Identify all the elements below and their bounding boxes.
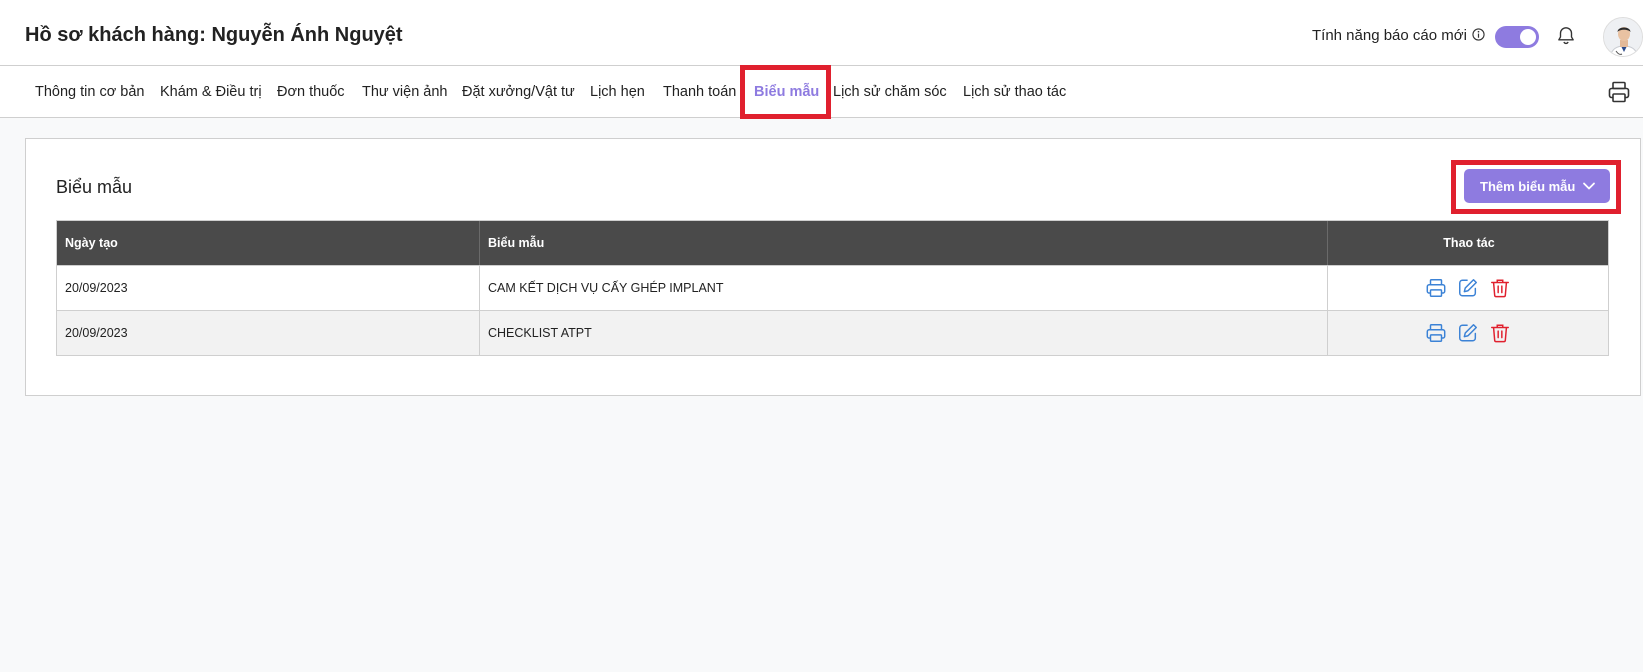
tab-care-history[interactable]: Lịch sử chăm sóc	[833, 66, 947, 118]
tab-lab-orders[interactable]: Đặt xưởng/Vật tư	[462, 66, 575, 118]
actions-cell	[1328, 311, 1610, 355]
tab-action-history[interactable]: Lịch sử thao tác	[963, 66, 1066, 118]
top-bar: Hồ sơ khách hàng: Nguyễn Ánh Nguyệt Tính…	[0, 0, 1643, 66]
created-date-cell: 20/09/2023	[57, 311, 480, 355]
column-header-actions: Thao tác	[1443, 236, 1495, 250]
table-row: 20/09/2023 CHECKLIST ATPT	[57, 310, 1608, 355]
table-row: 20/09/2023 CAM KẾT DỊCH VỤ CẤY GHÉP IMPL…	[57, 265, 1608, 310]
tab-forms[interactable]: Biểu mẫu	[754, 66, 819, 118]
new-report-feature-label: Tính năng báo cáo mới	[1312, 27, 1467, 44]
page-title: Hồ sơ khách hàng: Nguyễn Ánh Nguyệt	[25, 24, 403, 46]
tab-payments[interactable]: Thanh toán	[663, 66, 736, 118]
forms-table: Ngày tạo Biểu mẫu Thao tác 20/09/2023 CA…	[56, 220, 1609, 356]
forms-card: Biểu mẫu Thêm biểu mẫu Ngày tạo Biểu mẫu…	[25, 138, 1641, 396]
tab-basic-info[interactable]: Thông tin cơ bản	[35, 66, 144, 118]
section-title: Biểu mẫu	[56, 177, 133, 197]
trash-icon[interactable]	[1489, 322, 1511, 344]
add-form-button-label: Thêm biểu mẫu	[1480, 179, 1576, 194]
tab-bar: Thông tin cơ bản Khám & Điều trị Đơn thu…	[0, 66, 1643, 118]
form-name-cell: CHECKLIST ATPT	[480, 311, 1328, 355]
tab-prescriptions[interactable]: Đơn thuốc	[277, 66, 345, 118]
column-header-form: Biểu mẫu	[480, 221, 1328, 265]
info-icon[interactable]	[1472, 28, 1485, 41]
print-icon[interactable]	[1607, 80, 1631, 104]
edit-icon[interactable]	[1457, 277, 1479, 299]
toggle-knob	[1520, 29, 1536, 45]
print-icon[interactable]	[1425, 322, 1447, 344]
doctor-avatar-icon	[1604, 18, 1642, 56]
print-icon[interactable]	[1425, 277, 1447, 299]
table-header: Ngày tạo Biểu mẫu Thao tác	[57, 221, 1608, 265]
bell-icon[interactable]	[1555, 25, 1577, 47]
avatar[interactable]	[1603, 17, 1643, 57]
column-header-created-date: Ngày tạo	[57, 221, 480, 265]
trash-icon[interactable]	[1489, 277, 1511, 299]
edit-icon[interactable]	[1457, 322, 1479, 344]
tab-photo-library[interactable]: Thư viện ảnh	[362, 66, 447, 118]
tab-exam-treatment[interactable]: Khám & Điều trị	[160, 66, 262, 118]
form-name-cell: CAM KẾT DỊCH VỤ CẤY GHÉP IMPLANT	[480, 266, 1328, 310]
new-report-toggle[interactable]	[1495, 26, 1539, 48]
actions-cell	[1328, 266, 1610, 310]
tab-appointments[interactable]: Lịch hẹn	[590, 66, 645, 118]
created-date-cell: 20/09/2023	[57, 266, 480, 310]
chevron-down-icon	[1583, 182, 1595, 190]
add-form-button[interactable]: Thêm biểu mẫu	[1464, 169, 1610, 203]
